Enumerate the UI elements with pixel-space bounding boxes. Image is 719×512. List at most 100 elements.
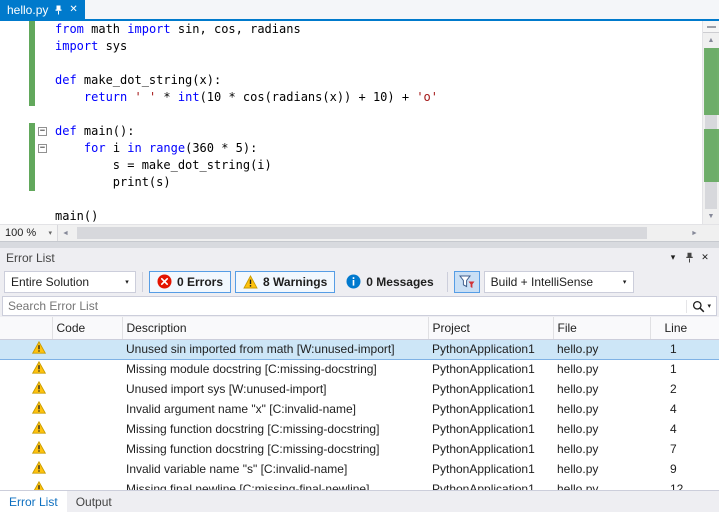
- fold-margin: − −: [38, 21, 49, 224]
- info-icon: [346, 274, 361, 289]
- error-row[interactable]: Missing function docstring [C:missing-do…: [0, 419, 719, 439]
- filter-icon: [458, 275, 475, 289]
- code-line: def main():: [55, 124, 135, 138]
- document-tab-bar: hello.py ✕: [0, 0, 719, 19]
- source-filter-dropdown[interactable]: Build + IntelliSense ▾: [483, 270, 634, 293]
- horizontal-scrollbar[interactable]: [73, 225, 687, 241]
- column-code[interactable]: Code: [52, 317, 123, 340]
- close-icon[interactable]: ✕: [697, 252, 713, 263]
- code-line: import sys: [55, 39, 128, 53]
- messages-toggle-button[interactable]: 0 Messages: [339, 271, 440, 293]
- code-line: def make_dot_string(x):: [55, 73, 222, 87]
- code-lines: from math import sin, cos, radians import…: [55, 21, 702, 224]
- close-icon[interactable]: ✕: [69, 4, 77, 15]
- code-line: print(s): [55, 175, 171, 189]
- column-project[interactable]: Project: [428, 317, 554, 340]
- scroll-up-icon[interactable]: ▲: [703, 33, 719, 48]
- scope-filter-value: Entire Solution: [11, 274, 90, 289]
- error-list-panel: Error List ▾ ✕ Entire Solution ▾ 0 Error…: [0, 248, 719, 512]
- search-row: ▾: [0, 296, 719, 317]
- messages-label: 0 Messages: [366, 274, 434, 289]
- scrollbar-corner: [702, 225, 719, 241]
- warning-icon: [32, 381, 46, 394]
- chevron-down-icon: ▾: [125, 278, 129, 286]
- column-line[interactable]: Line: [650, 317, 719, 340]
- warning-icon: [32, 401, 46, 414]
- error-rows: Unused sin imported from math [W:unused-…: [0, 338, 719, 490]
- scroll-down-icon[interactable]: ▼: [703, 209, 719, 224]
- panel-splitter[interactable]: [0, 241, 719, 248]
- change-margin: [29, 21, 35, 224]
- horizontal-scroll-thumb[interactable]: [77, 227, 647, 239]
- tool-window-tabs: Error List Output: [0, 490, 719, 512]
- error-row[interactable]: Unused import sys [W:unused-import] Pytho…: [0, 379, 719, 399]
- code-text-area[interactable]: − − from math import sin, cos, radians imp…: [0, 21, 702, 224]
- warning-icon: [32, 461, 46, 474]
- tab-output[interactable]: Output: [67, 491, 121, 512]
- warning-icon: [243, 274, 258, 289]
- warnings-label: 8 Warnings: [263, 274, 328, 289]
- error-list-toolbar: Entire Solution ▾ 0 Errors 8 Warnings 0 …: [0, 267, 719, 296]
- error-grid: Code Description Project File Line Unuse…: [0, 317, 719, 490]
- toolbar-separator: [446, 271, 448, 292]
- error-row[interactable]: Missing final newline [C:missing-final-n…: [0, 479, 719, 490]
- zoom-level: 100 %: [5, 227, 37, 239]
- search-input[interactable]: [3, 298, 687, 314]
- source-filter-value: Build + IntelliSense: [490, 274, 594, 289]
- fold-collapse-icon[interactable]: −: [38, 144, 47, 153]
- change-bar: [29, 21, 35, 106]
- code-line: from math import sin, cos, radians: [55, 22, 301, 36]
- window-position-icon[interactable]: ▾: [665, 252, 681, 263]
- scroll-right-icon[interactable]: ►: [687, 225, 702, 241]
- filter-button[interactable]: [453, 270, 480, 293]
- pin-icon[interactable]: [54, 5, 63, 15]
- split-grip-icon: [706, 25, 716, 28]
- chevron-down-icon: ▾: [707, 303, 711, 310]
- code-line: s = make_dot_string(i): [55, 158, 272, 172]
- column-severity[interactable]: [0, 317, 53, 340]
- scope-filter-dropdown[interactable]: Entire Solution ▾: [4, 270, 136, 293]
- warnings-toggle-button[interactable]: 8 Warnings: [235, 270, 336, 293]
- error-icon: [157, 274, 172, 289]
- error-row[interactable]: Missing module docstring [C:missing-docs…: [0, 359, 719, 379]
- zoom-selector[interactable]: 100 % ▾: [0, 225, 58, 241]
- change-mark: [704, 48, 719, 116]
- vertical-scrollbar[interactable]: ▲ ▼: [702, 21, 719, 224]
- code-editor: − − from math import sin, cos, radians imp…: [0, 21, 719, 224]
- grid-header-row: Code Description Project File Line: [0, 317, 719, 340]
- error-row[interactable]: Missing function docstring [C:missing-do…: [0, 439, 719, 459]
- errors-label: 0 Errors: [177, 274, 224, 289]
- warning-icon: [32, 361, 46, 374]
- warning-icon: [32, 341, 46, 354]
- toolbar-separator: [142, 271, 143, 292]
- fold-collapse-icon[interactable]: −: [38, 127, 47, 136]
- tab-error-list[interactable]: Error List: [0, 491, 67, 512]
- chevron-down-icon: ▾: [48, 230, 52, 237]
- pin-icon[interactable]: [681, 252, 697, 263]
- error-row[interactable]: Invalid argument name "x" [C:invalid-nam…: [0, 399, 719, 419]
- column-file[interactable]: File: [553, 317, 651, 340]
- warning-icon: [32, 481, 46, 490]
- visual-studio-window: hello.py ✕ − − from math import sin, cos,…: [0, 0, 719, 512]
- code-line: return ' ' * int(10 * cos(radians(x)) + …: [83, 90, 438, 104]
- column-description[interactable]: Description: [122, 317, 429, 340]
- error-row[interactable]: Unused sin imported from math [W:unused-…: [0, 338, 719, 360]
- panel-title-bar: Error List ▾ ✕: [0, 248, 719, 267]
- editor-split-handle[interactable]: [703, 21, 719, 33]
- error-row[interactable]: Invalid variable name "s" [C:invalid-nam…: [0, 459, 719, 479]
- tab-hello-py[interactable]: hello.py ✕: [0, 0, 85, 19]
- code-line: main(): [55, 209, 99, 223]
- change-bar: [29, 123, 35, 191]
- search-button[interactable]: ▾: [686, 299, 716, 313]
- code-line: for i in range(360 * 5):: [83, 141, 258, 155]
- search-box: ▾: [2, 296, 717, 316]
- chevron-down-icon: ▾: [622, 278, 627, 286]
- scroll-left-icon[interactable]: ◄: [58, 225, 73, 241]
- panel-title: Error List: [6, 250, 55, 265]
- warning-icon: [32, 441, 46, 454]
- warning-icon: [32, 421, 46, 434]
- errors-toggle-button[interactable]: 0 Errors: [149, 270, 232, 293]
